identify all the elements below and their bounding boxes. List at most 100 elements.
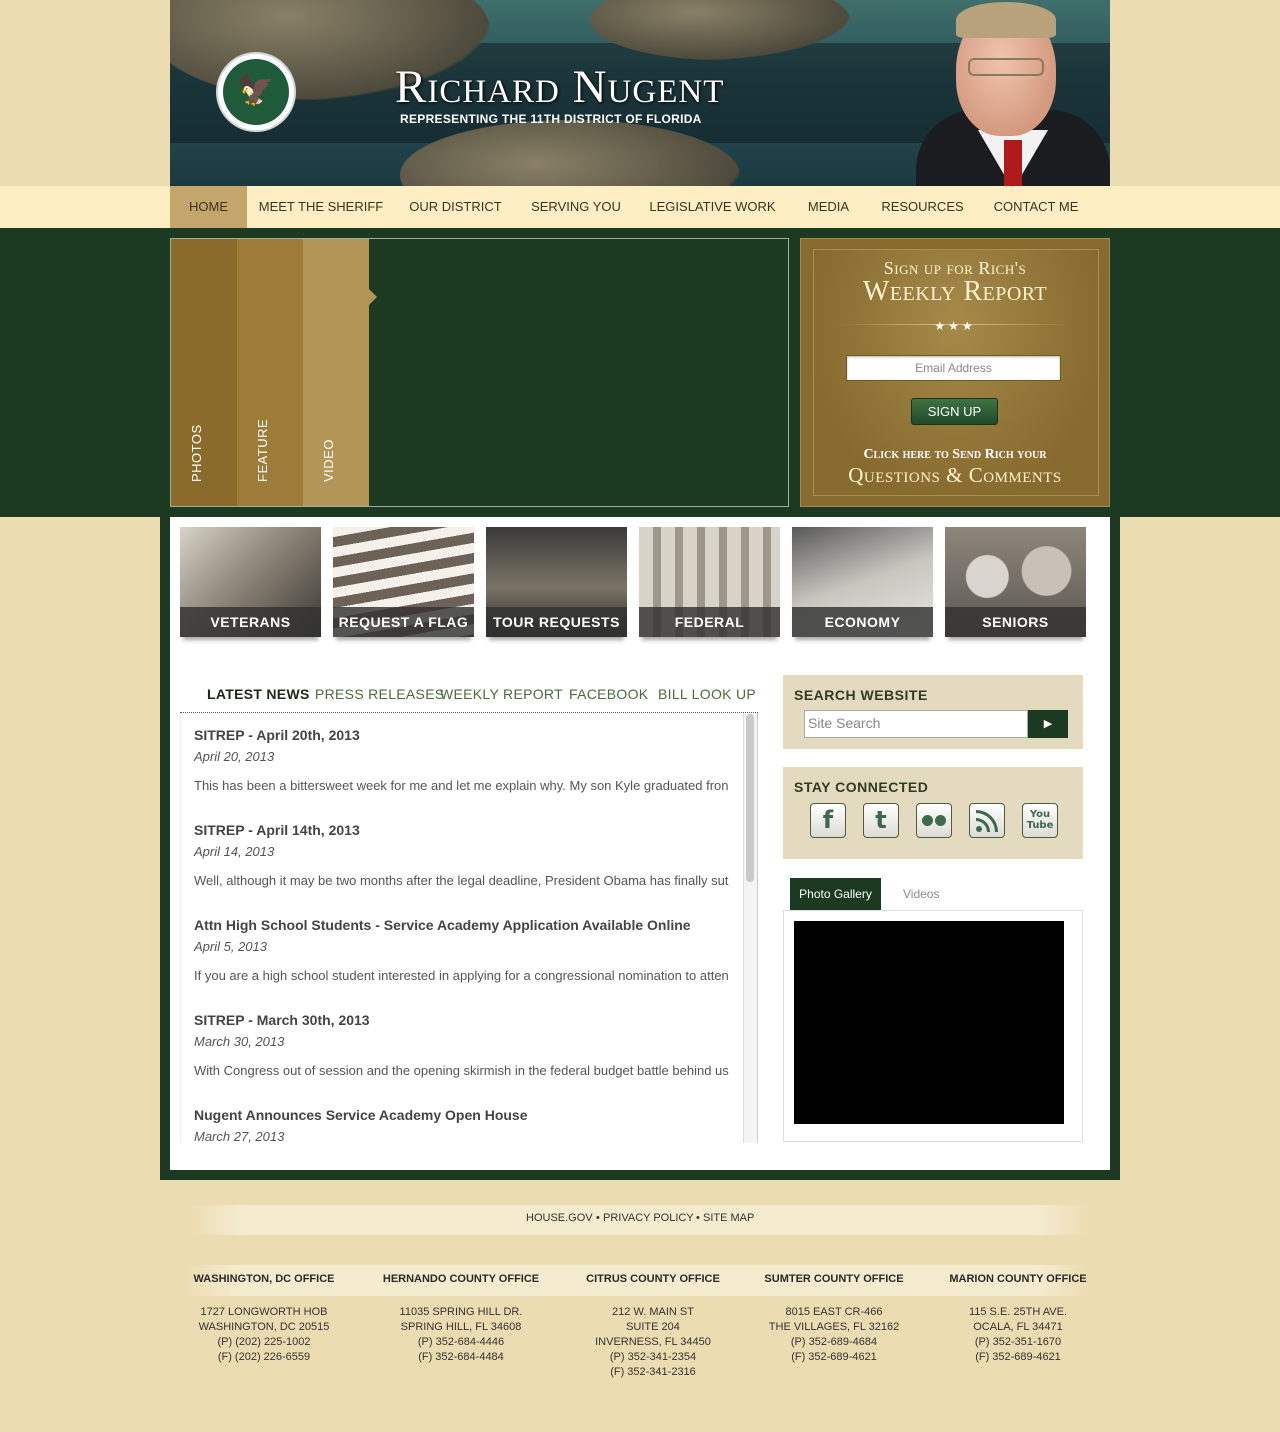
search-input[interactable]: Site Search — [804, 710, 1028, 738]
news-item-excerpt: If you are a high school student interes… — [194, 968, 729, 983]
youtube-icon[interactable]: You Tube — [1022, 803, 1058, 838]
nav-media[interactable]: MEDIA — [789, 186, 868, 228]
tab-photo-gallery[interactable]: Photo Gallery — [790, 878, 881, 910]
tile-tour-requests[interactable]: TOUR REQUESTS — [486, 527, 627, 637]
tile-request-a-flag[interactable]: REQUEST A FLAG — [333, 527, 474, 637]
facebook-icon[interactable]: f — [810, 803, 846, 838]
news-item-date: April 20, 2013 — [194, 749, 275, 764]
search-title: SEARCH WEBSITE — [794, 687, 928, 703]
office-phone: (P) 352-689-4684 — [790, 1336, 878, 1348]
tab-video-label: VIDEO — [321, 439, 336, 482]
nav-resources[interactable]: RESOURCES — [868, 186, 977, 228]
office-address-line: 11035 SPRING HILL DR. — [399, 1306, 523, 1318]
office-address-line: OCALA, FL 34471 — [973, 1321, 1063, 1333]
tab-latest-news[interactable]: LATEST NEWS — [207, 686, 310, 702]
tile-label: SENIORS — [945, 607, 1086, 637]
stars-ornament: ★★★ — [934, 319, 976, 333]
office-phone: (P) 352-684-4446 — [417, 1336, 505, 1348]
site-title[interactable]: Richard Nugent — [395, 60, 724, 114]
tile-economy[interactable]: ECONOMY — [792, 527, 933, 637]
office-fax: (F) 352-341-2316 — [610, 1366, 696, 1378]
questions-link-line1[interactable]: Click here to Send Rich your — [800, 447, 1110, 463]
office-title: HERNANDO COUNTY OFFICE — [382, 1273, 540, 1285]
nav-meet-the-sheriff[interactable]: MEET THE SHERIFF — [247, 186, 395, 228]
tile-federal-agencies[interactable]: FEDERAL AGENCIES — [639, 527, 780, 637]
tile-seniors[interactable]: SENIORS — [945, 527, 1086, 637]
office-fax: (F) 352-689-4621 — [975, 1351, 1061, 1363]
news-item-title[interactable]: SITREP - March 30th, 2013 — [194, 1012, 370, 1028]
rss-icon[interactable] — [969, 803, 1005, 838]
office-fax: (F) 352-684-4484 — [418, 1351, 504, 1363]
congress-seal-logo[interactable]: 🦅 — [216, 52, 296, 132]
office-fax: (F) 352-689-4621 — [791, 1351, 877, 1363]
site-subtitle: REPRESENTING THE 11TH DISTRICT OF FLORID… — [400, 112, 702, 126]
tab-feature[interactable]: FEATURE — [237, 239, 303, 506]
tile-label: TOUR REQUESTS — [486, 607, 627, 637]
sign-up-button[interactable]: SIGN UP — [911, 398, 998, 425]
office-address-line: 115 S.E. 25TH AVE. — [968, 1306, 1068, 1318]
tile-label: VETERANS — [180, 607, 321, 637]
office-phone: (P) (202) 225-1002 — [217, 1336, 311, 1348]
news-item-excerpt: With Congress out of session and the ope… — [194, 1063, 729, 1078]
office-address-line: INVERNESS, FL 34450 — [595, 1336, 711, 1348]
footer-separator: • — [596, 1212, 600, 1224]
office-title: SUMTER COUNTY OFFICE — [764, 1273, 904, 1285]
twitter-icon[interactable]: t — [863, 803, 899, 838]
representative-portrait — [916, 0, 1110, 186]
office-phone: (P) 352-351-1670 — [974, 1336, 1062, 1348]
news-item-title[interactable]: Nugent Announces Service Academy Open Ho… — [194, 1107, 528, 1123]
email-field[interactable]: Email Address — [846, 355, 1061, 381]
signup-heading-line2: Weekly Report — [862, 276, 1048, 307]
news-scrollbar-thumb[interactable] — [746, 714, 754, 882]
tile-label: REQUEST A FLAG — [333, 607, 474, 637]
tab-photos-label: PHOTOS — [189, 424, 204, 482]
gallery-player[interactable] — [794, 921, 1064, 1124]
footer-link-house-gov[interactable]: HOUSE.GOV — [526, 1212, 593, 1224]
tab-bill-look-up[interactable]: BILL LOOK UP — [658, 686, 756, 702]
news-item-title[interactable]: Attn High School Students - Service Acad… — [194, 917, 691, 933]
tab-videos[interactable]: Videos — [903, 887, 939, 901]
office-address-line: WASHINGTON, DC 20515 — [198, 1321, 330, 1333]
active-tab-arrow-icon — [369, 289, 377, 305]
tab-video[interactable]: VIDEO — [303, 239, 369, 506]
news-item-date: April 5, 2013 — [194, 939, 267, 954]
office-address-line: 212 W. MAIN ST — [612, 1306, 694, 1318]
tab-press-releases[interactable]: PRESS RELEASES — [315, 686, 444, 702]
tile-label: FEDERAL AGENCIES — [639, 607, 780, 637]
footer-link-privacy-policy[interactable]: PRIVACY POLICY — [603, 1212, 694, 1224]
flickr-icon[interactable] — [916, 803, 952, 838]
news-item-title[interactable]: SITREP - April 20th, 2013 — [194, 727, 360, 743]
tile-veterans[interactable]: VETERANS — [180, 527, 321, 637]
feature-slider: PHOTOS FEATURE VIDEO — [170, 238, 789, 507]
tab-facebook[interactable]: FACEBOOK — [569, 686, 648, 702]
news-item-title[interactable]: SITREP - April 14th, 2013 — [194, 822, 360, 838]
news-item-date: March 27, 2013 — [194, 1129, 285, 1144]
nav-contact-me[interactable]: CONTACT ME — [977, 186, 1095, 228]
tab-feature-label: FEATURE — [255, 418, 270, 482]
news-item-date: March 30, 2013 — [194, 1034, 285, 1049]
questions-link-line2[interactable]: Questions & Comments — [800, 463, 1110, 488]
office-address-line: SUITE 204 — [626, 1321, 680, 1333]
office-title: WASHINGTON, DC OFFICE — [193, 1273, 335, 1285]
stay-connected-title: STAY CONNECTED — [794, 779, 929, 795]
office-title: CITRUS COUNTY OFFICE — [586, 1273, 720, 1285]
office-address-line: THE VILLAGES, FL 32162 — [768, 1321, 900, 1333]
nav-legislative-work[interactable]: LEGISLATIVE WORK — [636, 186, 789, 228]
footer-link-site-map[interactable]: SITE MAP — [703, 1212, 754, 1224]
office-address-line: 1727 LONGWORTH HOB — [200, 1306, 328, 1318]
tab-photos[interactable]: PHOTOS — [171, 239, 237, 506]
play-arrow-icon: ▶ — [1043, 718, 1053, 730]
tile-label: ECONOMY — [792, 607, 933, 637]
office-address-line: 8015 EAST CR-466 — [785, 1306, 883, 1318]
search-button[interactable]: ▶ — [1028, 710, 1068, 738]
news-item-excerpt: This has been a bittersweet week for me … — [194, 778, 729, 793]
tab-weekly-report[interactable]: WEEKLY REPORT — [440, 686, 563, 702]
news-item-date: April 14, 2013 — [194, 844, 275, 859]
office-phone: (P) 352-341-2354 — [609, 1351, 697, 1363]
nav-serving-you[interactable]: SERVING YOU — [516, 186, 636, 228]
office-fax: (F) (202) 226-6559 — [217, 1351, 311, 1363]
office-title: MARION COUNTY OFFICE — [949, 1273, 1087, 1285]
nav-our-district[interactable]: OUR DISTRICT — [395, 186, 516, 228]
news-item-excerpt: Well, although it may be two months afte… — [194, 873, 729, 888]
nav-home[interactable]: HOME — [170, 186, 247, 228]
